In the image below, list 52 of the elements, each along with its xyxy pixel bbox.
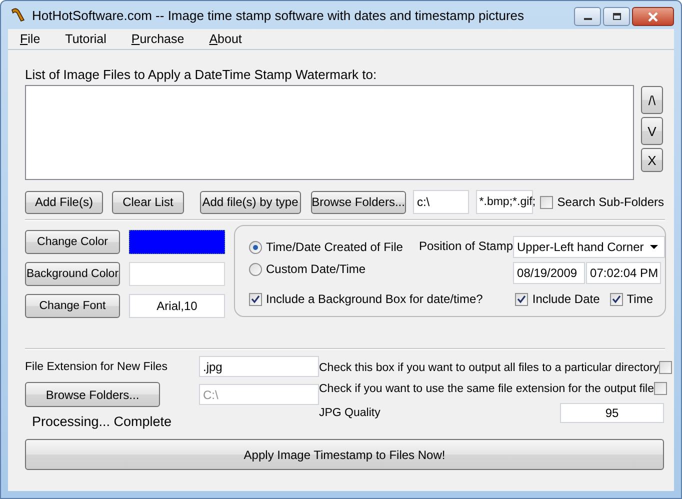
checkbox[interactable] [659,361,672,374]
close-icon [647,12,659,22]
file-list-label: List of Image Files to Apply a DateTime Stamp Watermark to: [25,67,378,82]
radio-label: Custom Date/Time [266,262,366,276]
minimize-button[interactable] [574,7,601,26]
browse-folders-button[interactable]: Browse Folders... [310,190,406,214]
radio-label: Time/Date Created of File [266,240,403,254]
jpg-quality-label: JPG Quality [319,407,380,419]
status-text: Processing... Complete [32,414,173,429]
option-label: Check this box if you want to output all files to a particular directory [319,362,660,374]
file-list[interactable] [25,85,634,180]
add-by-type-button[interactable]: Add file(s) by type [200,190,301,214]
font-field: Arial,10 [129,294,225,318]
menu-item[interactable]: Purchase [131,32,184,46]
option-label: Check if you want to use the same file extension for the output file [319,382,654,394]
radio-button[interactable] [249,262,262,276]
date-field[interactable]: 08/19/2009 [513,262,586,284]
checkbox-label: Include a Background Box for date/time? [266,292,483,306]
menu-item[interactable]: About [209,32,242,46]
extension-label: File Extension for New Files [25,360,168,372]
checkbox[interactable] [610,292,623,306]
position-label: Position of Stamp [418,239,514,255]
list-button[interactable]: /\ [641,86,663,114]
checkbox-label: Include Date [532,292,600,306]
extension-field[interactable]: .jpg [199,356,319,377]
folder-field[interactable]: c:\ [412,190,470,214]
list-button[interactable]: X [641,148,663,172]
checkbox[interactable] [654,382,667,395]
style-button[interactable]: Background Color [25,262,120,286]
style-button[interactable]: Change Font [25,294,120,318]
clear-list-button[interactable]: Clear List [112,190,184,214]
window-title: HotHotSoftware.com -- Image time stamp software with dates and timestamp pictures [32,8,524,22]
checkbox[interactable] [249,292,262,306]
maximize-button[interactable] [603,7,630,26]
jpg-quality-field[interactable]: 95 [560,403,664,423]
checkbox-label: Search Sub-Folders [557,195,664,209]
position-dropdown[interactable]: Upper-Left hand Corner [513,236,666,258]
checkbox-label: Time [626,292,653,306]
list-button[interactable]: V [641,117,663,145]
caret-icon [650,244,658,250]
file-types-field[interactable]: *.bmp;*.gif; [476,190,534,214]
style-button[interactable]: Change Color [25,230,120,254]
apply-button[interactable]: Apply Image Timestamp to Files Now! [25,439,664,470]
menu-item[interactable]: File [20,32,40,46]
close-button[interactable] [632,7,674,26]
menu-item[interactable]: Tutorial [65,32,106,46]
checkbox[interactable] [540,196,554,208]
time-field[interactable]: 07:02:04 PM [586,262,662,284]
maximize-icon [612,12,622,20]
add-files-button[interactable]: Add File(s) [25,190,103,214]
checkbox[interactable] [515,292,528,306]
radio-button[interactable] [249,240,262,254]
